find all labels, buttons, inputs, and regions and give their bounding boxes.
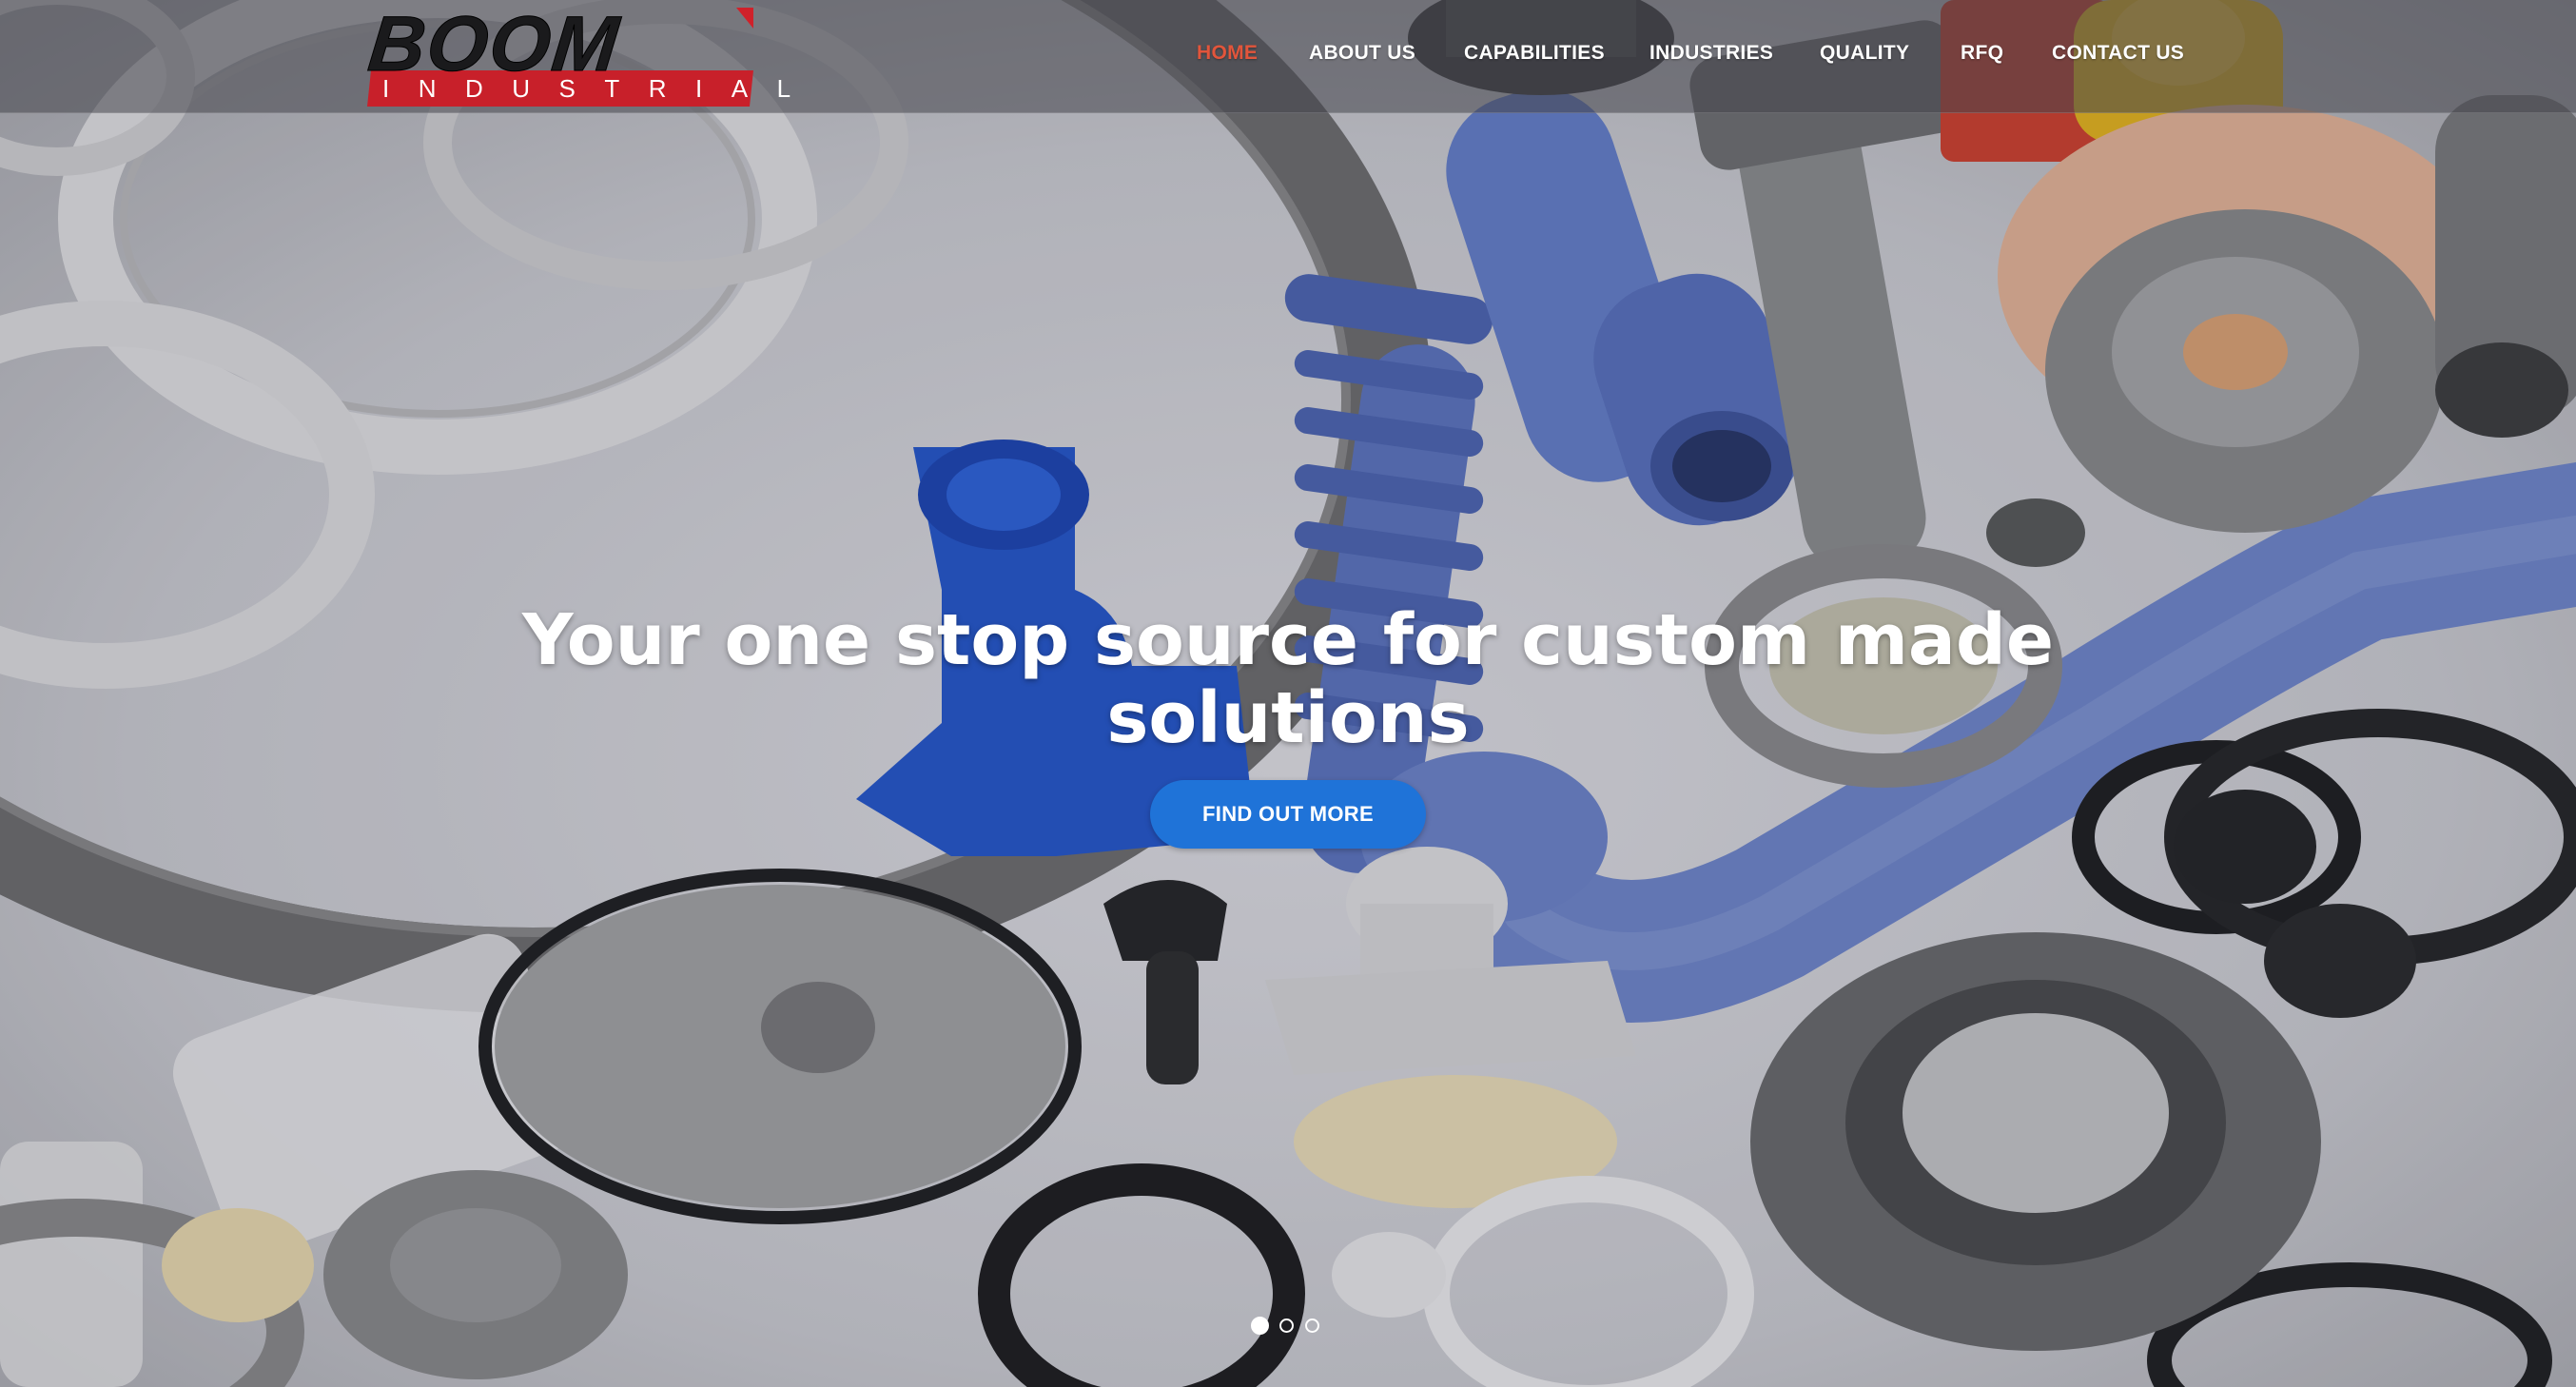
hero-headline-line-1: Your one stop source for custom made (521, 599, 2055, 681)
logo-wordmark: BOOM (364, 1, 625, 88)
hero-headline-line-2: solutions (1106, 677, 1470, 759)
nav-item-about-us[interactable]: ABOUT US (1309, 42, 1415, 65)
nav-item-contact-us[interactable]: CONTACT US (2052, 42, 2184, 65)
top-navbar: BOOM INDUSTRIAL HOME ABOUT US CAPABILITI… (0, 0, 2576, 113)
nav-item-home[interactable]: HOME (1197, 42, 1258, 65)
logo-subtitle: INDUSTRIAL (382, 74, 820, 103)
company-logo[interactable]: BOOM INDUSTRIAL (364, 1, 820, 107)
nav-item-industries[interactable]: INDUSTRIES (1649, 42, 1773, 65)
slide-dot-1[interactable] (1251, 1317, 1269, 1335)
nav-item-capabilities[interactable]: CAPABILITIES (1464, 42, 1605, 65)
nav-item-rfq[interactable]: RFQ (1961, 42, 2003, 65)
logo-corner-accent (736, 8, 753, 29)
slide-dot-2[interactable] (1279, 1319, 1294, 1333)
hero-headline: Your one stop source for custom made sol… (337, 601, 2239, 757)
slide-dot-3[interactable] (1305, 1319, 1319, 1333)
nav-item-quality[interactable]: QUALITY (1820, 42, 1909, 65)
find-out-more-button[interactable]: FIND OUT MORE (1150, 780, 1426, 849)
hero-slider: BOOM INDUSTRIAL HOME ABOUT US CAPABILITI… (0, 0, 2576, 1387)
